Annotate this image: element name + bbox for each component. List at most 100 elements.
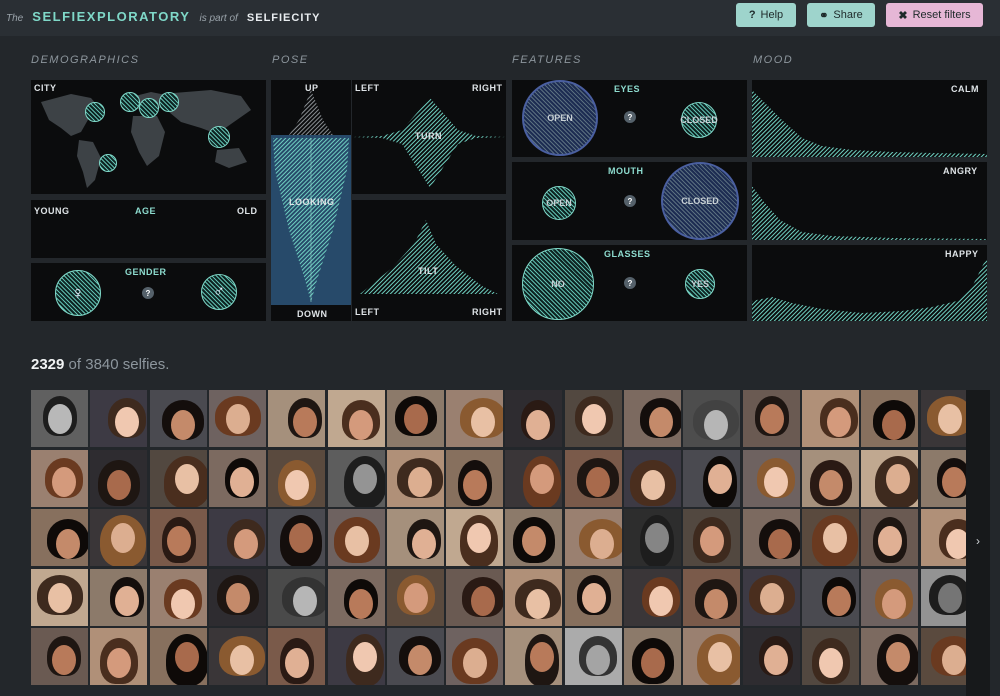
selfie-thumbnail[interactable] [327,568,385,626]
selfie-thumbnail[interactable] [31,628,88,685]
selfie-thumbnail[interactable] [861,628,919,685]
mouth-panel[interactable]: MOUTH OPEN ? CLOSED [512,162,747,240]
selfie-thumbnail[interactable] [208,390,266,447]
selfie-thumbnail[interactable] [386,568,444,626]
city-bubble-berlin[interactable] [139,98,159,118]
glasses-no-circle[interactable]: NO [522,248,594,320]
selfie-thumbnail[interactable] [564,509,622,566]
selfie-thumbnail[interactable] [90,568,148,626]
city-bubble-newyork[interactable] [85,102,105,122]
selfie-thumbnail[interactable] [31,568,88,626]
parent-project-link[interactable]: SELFIECITY [247,12,321,24]
selfie-thumbnail[interactable] [386,509,444,566]
mood-happy-panel[interactable]: HAPPY [752,245,987,321]
selfie-thumbnail[interactable] [564,628,622,685]
selfie-thumbnail[interactable] [327,390,385,447]
pose-turn-panel[interactable]: LEFT RIGHT TURN [352,80,506,194]
selfie-thumbnail[interactable] [446,509,504,566]
mouth-open-circle[interactable]: OPEN [542,186,576,220]
selfie-thumbnail[interactable] [801,509,859,566]
selfie-thumbnail[interactable] [861,509,919,566]
selfie-thumbnail[interactable] [624,509,681,566]
selfie-thumbnail[interactable] [564,449,622,507]
city-bubble-moscow[interactable] [159,92,179,112]
chevron-right-icon[interactable]: › [976,534,980,548]
female-circle[interactable]: ♀ [55,270,101,316]
selfie-thumbnail[interactable] [801,390,859,447]
selfie-thumbnail[interactable] [742,568,800,626]
selfie-thumbnail[interactable] [208,449,266,507]
selfie-thumbnail[interactable] [268,628,326,685]
selfie-thumbnail[interactable] [446,449,504,507]
selfie-thumbnail[interactable] [505,568,563,626]
selfie-thumbnail[interactable] [564,568,622,626]
selfie-thumbnail[interactable] [268,509,326,566]
selfie-thumbnail[interactable] [683,628,741,685]
glasses-yes-circle[interactable]: YES [685,269,715,299]
selfie-thumbnail[interactable] [861,390,919,447]
mood-calm-panel[interactable]: CALM [752,80,987,157]
selfie-thumbnail[interactable] [208,628,266,685]
selfie-thumbnail[interactable] [742,390,800,447]
pose-look-panel[interactable]: UP LOOKING DOWN [271,80,351,321]
app-name[interactable]: SELFIEXPLORATORY [32,9,190,24]
selfie-thumbnail[interactable] [861,568,919,626]
selfie-thumbnail[interactable] [446,628,504,685]
selfie-thumbnail[interactable] [31,449,88,507]
selfie-thumbnail[interactable] [327,449,385,507]
selfie-thumbnail[interactable] [683,390,741,447]
selfie-thumbnail[interactable] [208,509,266,566]
age-panel[interactable]: YOUNG AGE OLD [31,200,266,258]
glasses-unknown[interactable]: ? [624,277,636,289]
selfie-thumbnail[interactable] [861,449,919,507]
glasses-panel[interactable]: GLASSES NO ? YES [512,245,747,321]
selfie-thumbnail[interactable] [90,449,148,507]
selfie-thumbnail[interactable] [801,628,859,685]
selfie-thumbnail[interactable] [327,509,385,566]
selfie-thumbnail[interactable] [505,449,563,507]
selfie-thumbnail[interactable] [683,449,741,507]
selfie-thumbnail[interactable] [801,449,859,507]
selfie-thumbnail[interactable] [149,628,207,685]
selfie-thumbnail[interactable] [268,568,326,626]
eyes-panel[interactable]: EYES OPEN ? CLOSED [512,80,747,157]
selfie-thumbnail[interactable] [149,390,207,447]
eyes-open-circle[interactable]: OPEN [522,80,598,156]
pose-tilt-panel[interactable]: LEFT RIGHT TILT [352,200,506,321]
city-bubble-saopaulo[interactable] [99,154,117,172]
city-map-panel[interactable]: CITY [31,80,266,194]
selfie-thumbnail[interactable] [31,390,88,447]
city-bubble-bangkok[interactable] [208,126,230,148]
selfie-thumbnail[interactable] [624,390,681,447]
selfie-thumbnail[interactable] [446,568,504,626]
selfie-thumbnail[interactable] [268,449,326,507]
gender-unknown[interactable]: ? [142,287,154,299]
selfie-thumbnail[interactable] [742,449,800,507]
selfie-thumbnail[interactable] [801,568,859,626]
selfie-thumbnail[interactable] [564,390,622,447]
help-button[interactable]: ? Help [736,3,796,27]
reset-filters-button[interactable]: ✖ Reset filters [886,3,983,27]
eyes-closed-circle[interactable]: CLOSED [680,102,718,138]
mouth-unknown[interactable]: ? [624,195,636,207]
selfie-thumbnail[interactable] [149,568,207,626]
selfie-thumbnail[interactable] [683,509,741,566]
selfie-thumbnail[interactable] [208,568,266,626]
selfie-thumbnail[interactable] [386,449,444,507]
selfie-thumbnail[interactable] [505,390,563,447]
share-button[interactable]: ⚭ Share [807,3,875,27]
selfie-thumbnail[interactable] [90,509,148,566]
male-circle[interactable]: ♂ [201,274,237,310]
selfie-thumbnail[interactable] [149,449,207,507]
selfie-thumbnail[interactable] [31,509,88,566]
selfie-thumbnail[interactable] [327,628,385,685]
selfie-thumbnail[interactable] [505,509,563,566]
eyes-unknown[interactable]: ? [624,111,636,123]
selfie-thumbnail[interactable] [268,390,326,447]
selfie-thumbnail[interactable] [683,568,741,626]
mood-angry-panel[interactable]: ANGRY [752,162,987,240]
selfie-thumbnail[interactable] [90,628,148,685]
selfie-thumbnail[interactable] [90,390,148,447]
gender-panel[interactable]: GENDER ♀ ? ♂ [31,263,266,321]
selfie-thumbnail[interactable] [624,568,681,626]
